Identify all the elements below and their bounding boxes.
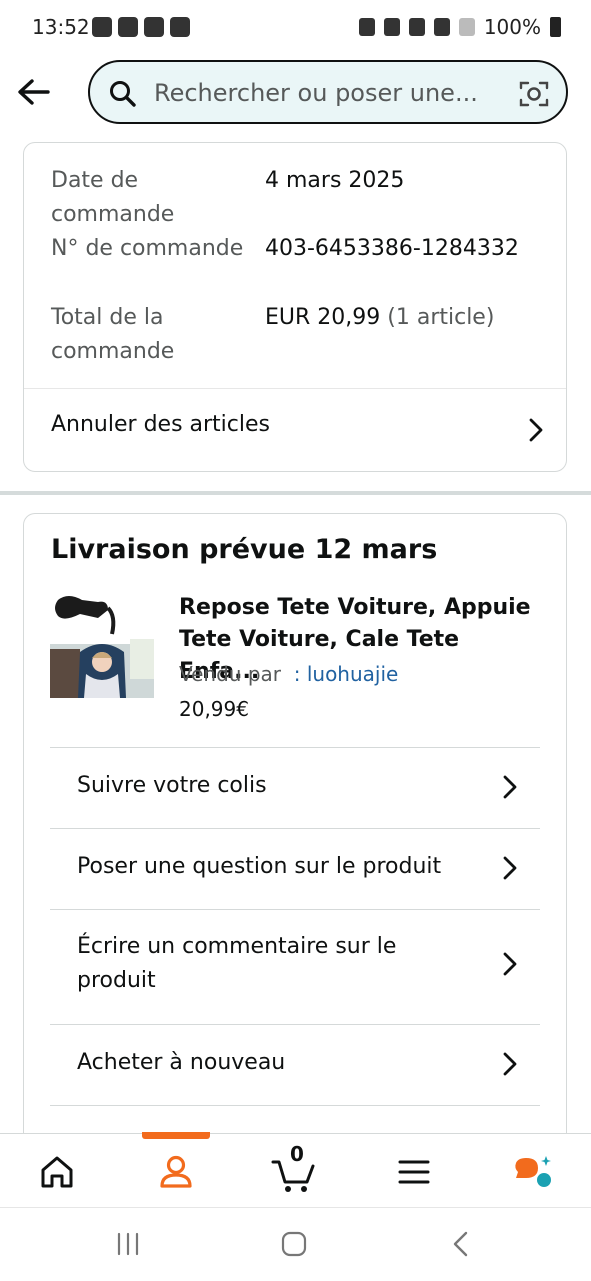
top-bar: Rechercher ou poser une... [0,56,591,134]
sold-by-label: Vendu par [179,662,282,686]
search-input[interactable]: Rechercher ou poser une... [154,79,478,107]
assistant-icon [515,1156,551,1187]
nav-cart[interactable]: 0 [270,1142,320,1196]
sync-icon [358,18,375,36]
chevron-right-icon [503,952,517,976]
order-number-value: 403-6453386-1284332 [265,236,519,261]
notification-icons [92,17,190,37]
search-icon [110,81,136,107]
order-total-row: Total de la commande EUR 20,99 (1 articl… [51,301,551,371]
signal-icon [458,18,475,36]
buy-again-link[interactable]: Acheter à nouveau [50,1024,540,1106]
alarm-icon [383,18,400,36]
buy-again-label: Acheter à nouveau [77,1050,286,1075]
order-total-amount: EUR 20,99 [265,305,381,330]
chevron-right-icon [503,856,517,880]
status-right: 100% [358,15,561,39]
write-review-label: Écrire un commentaire sur le produit [77,934,397,993]
status-bar: 13:52 100% [0,0,591,56]
battery-icon [550,17,561,37]
order-info-card: Date de commande 4 mars 2025 N° de comma… [23,142,567,472]
back-arrow-icon [18,79,50,105]
shipment-card: Livraison prévue 12 mars Repose Tete Voi… [23,513,567,1153]
order-date-label: Date de commande [51,168,175,227]
battery-level: 100% [483,15,541,39]
track-package-label: Suivre votre colis [77,773,267,798]
office-icon [144,17,164,37]
back-button[interactable] [14,72,54,112]
recent-apps-icon[interactable] [113,1230,143,1258]
nav-menu[interactable] [0,1148,48,1196]
product-image [50,594,154,698]
chevron-right-icon [529,418,543,442]
order-total-value: EUR 20,99 (1 article) [265,301,494,335]
status-time: 13:52 [32,15,90,39]
ask-question-label: Poser une question sur le produit [77,854,442,879]
account-icon [160,1155,192,1188]
order-item-count: (1 article) [387,305,495,330]
shopping-icon [118,17,138,37]
order-date-value: 4 mars 2025 [265,168,405,193]
system-nav-bar [0,1207,591,1281]
order-date-row: Date de commande 4 mars 2025 [51,164,551,234]
track-package-link[interactable]: Suivre votre colis [50,747,540,828]
ask-question-link[interactable]: Poser une question sur le produit [50,828,540,909]
delivery-title: Livraison prévue 12 mars [51,534,438,565]
active-tab-indicator [142,1132,210,1139]
teams-icon [92,17,112,37]
order-number-row: N° de commande 403-6453386-1284332 [51,232,551,302]
camera-search-icon[interactable] [518,78,550,110]
seller-line: Vendu par : luohuajie [179,662,398,686]
write-review-link[interactable]: Écrire un commentaire sur le produit [50,909,540,1024]
order-total-label: Total de la commande [51,305,175,364]
cart-count: 0 [290,1142,304,1166]
cancel-items-link[interactable]: Annuler des articles [24,389,566,471]
chevron-right-icon [503,775,517,799]
network-4g-icon [433,18,450,36]
bottom-nav: 0 [0,1132,591,1208]
home-button-icon[interactable] [279,1229,309,1259]
nav-account[interactable] [152,1148,200,1196]
section-separator [0,491,591,495]
back-nav-icon[interactable] [446,1229,476,1259]
menu-icon [398,1160,430,1184]
outlook-icon [170,17,190,37]
product-thumbnail[interactable] [50,594,154,698]
mute-icon [408,18,425,36]
search-bar[interactable]: Rechercher ou poser une... [88,60,568,124]
product-price: 20,99€ [179,697,249,721]
chevron-right-icon [503,1052,517,1076]
nav-assistant[interactable] [510,1148,558,1196]
seller-link[interactable]: : luohuajie [294,662,399,686]
cancel-items-label: Annuler des articles [51,412,270,437]
order-number-label: N° de commande [51,236,244,261]
nav-menu[interactable] [390,1148,438,1196]
